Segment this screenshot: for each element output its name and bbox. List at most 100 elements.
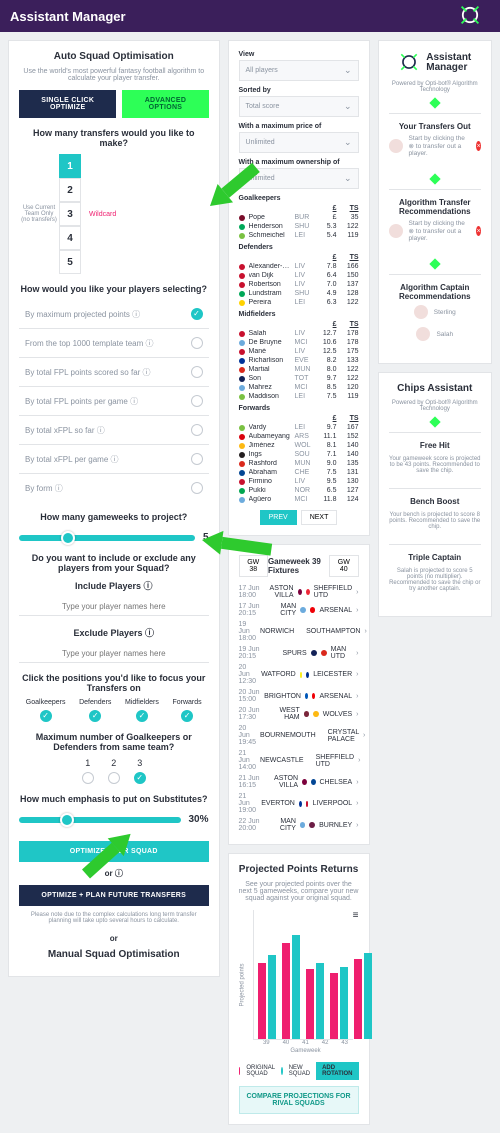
- assistant-card: Assistant Manager Powered by Opti-bot® A…: [378, 40, 492, 364]
- fixtures-title: Gameweek 39 Fixtures: [268, 557, 329, 575]
- max-def-option-2[interactable]: 2: [108, 758, 120, 784]
- fixture-row[interactable]: 19 Jun 20:15SPURSMAN UTD›: [239, 644, 359, 662]
- player-row[interactable]: RashfordMUN9.0135: [239, 459, 359, 468]
- player-row[interactable]: PukkiNOR6.5127: [239, 486, 359, 495]
- player-row[interactable]: RobertsonLIV7.0137: [239, 280, 359, 289]
- remove-icon[interactable]: ×: [476, 226, 481, 236]
- player-group-heading: Midfielders: [239, 311, 359, 318]
- player-row[interactable]: LundstramSHU4.9128: [239, 289, 359, 298]
- wildcard-link[interactable]: Wildcard: [81, 154, 116, 274]
- transfers-option-5[interactable]: 5: [59, 250, 81, 274]
- fixture-row[interactable]: 21 Jun 14:00NEWCASTLESHEFFIELD UTD›: [239, 748, 359, 773]
- add-rotation-button[interactable]: ADD ROTATION: [316, 1062, 358, 1080]
- positions-question: Click the positions you'd like to focus …: [19, 673, 209, 693]
- player-group-heading: Defenders: [239, 244, 359, 251]
- player-row[interactable]: Alexander-ArnoldLIV7.8166: [239, 262, 359, 271]
- player-group-heading: Forwards: [239, 405, 359, 412]
- avatar: [389, 224, 403, 238]
- exclude-players-input[interactable]: [19, 645, 209, 663]
- player-row[interactable]: SalahLIV12.7178: [239, 329, 359, 338]
- chart-bar: [364, 953, 372, 1039]
- transfers-picker: Use Current Team Only (no transfers) 123…: [19, 154, 209, 274]
- fixture-row[interactable]: 22 Jun 20:00MAN CITYBURNLEY›: [239, 816, 359, 834]
- player-row[interactable]: AubameyangARS11.1152: [239, 432, 359, 441]
- or2-label: or: [110, 934, 118, 943]
- fixture-row[interactable]: 21 Jun 16:15ASTON VILLACHELSEA›: [239, 773, 359, 791]
- position-chip[interactable]: Midfielders: [125, 699, 159, 722]
- remove-icon[interactable]: ×: [476, 141, 481, 151]
- player-row[interactable]: PopeBUR£35: [239, 213, 359, 222]
- max-defenders-question: Maximum number of Goalkeepers or Defende…: [19, 732, 209, 752]
- player-row[interactable]: AgüeroMCI11.8124: [239, 495, 359, 504]
- free-hit-msg: Your gameweek score is projected to be 4…: [389, 456, 481, 474]
- transfers-option-1[interactable]: 1: [59, 154, 81, 178]
- fixture-row[interactable]: 20 Jun 12:30WATFORDLEICESTER›: [239, 662, 359, 687]
- include-players-input[interactable]: [19, 598, 209, 616]
- player-row[interactable]: MaddisonLEI7.5119: [239, 392, 359, 401]
- selecting-option[interactable]: By form ⓘ: [19, 473, 209, 502]
- selecting-option[interactable]: By maximum projected points ⓘ: [19, 300, 209, 328]
- avatar: [414, 305, 428, 319]
- max-def-option-3[interactable]: 3: [134, 758, 146, 784]
- prev-page-button[interactable]: PREV: [260, 510, 297, 525]
- advanced-options-button[interactable]: ADVANCED OPTIONS: [122, 90, 208, 118]
- player-row[interactable]: HendersonSHU5.3122: [239, 222, 359, 231]
- gameweeks-slider[interactable]: [19, 535, 195, 541]
- player-row[interactable]: RicharlisonEVE8.2133: [239, 356, 359, 365]
- fixture-row[interactable]: 19 Jun 18:00NORWICHSOUTHAMPTON›: [239, 619, 359, 644]
- player-row[interactable]: MartialMUN8.0122: [239, 365, 359, 374]
- subs-slider[interactable]: [19, 817, 181, 823]
- player-row[interactable]: PereiraLEI6.3122: [239, 298, 359, 307]
- player-row[interactable]: MahrezMCI8.5120: [239, 383, 359, 392]
- player-row[interactable]: van DijkLIV6.4150: [239, 271, 359, 280]
- player-row[interactable]: SchmeichelLEI5.4119: [239, 231, 359, 240]
- chart-bar: [340, 967, 348, 1039]
- next-page-button[interactable]: NEXT: [301, 510, 338, 525]
- player-row[interactable]: FirminoLIV9.5130: [239, 477, 359, 486]
- max-def-option-1[interactable]: 1: [82, 758, 94, 784]
- selecting-option[interactable]: By total FPL points per game ⓘ: [19, 386, 209, 415]
- position-chip[interactable]: Goalkeepers: [26, 699, 66, 722]
- view-select[interactable]: All players: [239, 60, 359, 81]
- selecting-option[interactable]: By total FPL points scored so far ⓘ: [19, 357, 209, 386]
- player-row[interactable]: ManéLIV12.5175: [239, 347, 359, 356]
- fixture-row[interactable]: 20 Jun 19:45BOURNEMOUTHCRYSTAL PALACE›: [239, 723, 359, 748]
- fixture-row[interactable]: 17 Jun 20:15MAN CITYARSENAL›: [239, 601, 359, 619]
- ownership-label: With a maximum ownership of: [239, 159, 359, 166]
- triple-captain-heading: Triple Captain: [389, 553, 481, 562]
- player-row[interactable]: IngsSOU7.1140: [239, 450, 359, 459]
- player-row[interactable]: AbrahamCHE7.5131: [239, 468, 359, 477]
- single-click-optimize-button[interactable]: SINGLE CLICK OPTIMIZE: [19, 90, 116, 118]
- position-chip[interactable]: Defenders: [79, 699, 111, 722]
- chart-bar: [316, 963, 324, 1039]
- player-row[interactable]: De BruyneMCI10.6178: [239, 338, 359, 347]
- price-select[interactable]: Unlimited: [239, 132, 359, 153]
- transfers-option-4[interactable]: 4: [59, 226, 81, 250]
- next-gw-button[interactable]: GW 40: [329, 555, 358, 577]
- exclude-label: Exclude Players ⓘ: [19, 626, 209, 639]
- fixture-row[interactable]: 20 Jun 15:00BRIGHTONARSENAL›: [239, 687, 359, 705]
- player-row[interactable]: SonTOT9.7122: [239, 374, 359, 383]
- bench-boost-heading: Bench Boost: [389, 497, 481, 506]
- max-defenders-picker: 123: [19, 758, 209, 784]
- chart-xlabel: Gameweek: [253, 1048, 359, 1054]
- manual-title: Manual Squad Optimisation: [19, 949, 209, 960]
- fixture-row[interactable]: 17 Jun 18:00ASTON VILLASHEFFIELD UTD›: [239, 583, 359, 601]
- position-chip[interactable]: Forwards: [172, 699, 201, 722]
- transfers-option-3[interactable]: 3: [59, 202, 81, 226]
- transfers-option-2[interactable]: 2: [59, 178, 81, 202]
- compare-projections-button[interactable]: COMPARE PROJECTIONS FOR RIVAL SQUADS: [239, 1086, 359, 1114]
- selecting-option[interactable]: From the top 1000 template team ⓘ: [19, 328, 209, 357]
- player-row[interactable]: VardyLEI9.7167: [239, 423, 359, 432]
- selecting-option[interactable]: By total xFPL so far ⓘ: [19, 415, 209, 444]
- triple-captain-msg: Salah is projected to score 5 points (no…: [389, 568, 481, 592]
- fixture-row[interactable]: 21 Jun 19:00EVERTONLIVERPOOL›: [239, 791, 359, 816]
- fixture-row[interactable]: 20 Jun 17:30WEST HAMWOLVES›: [239, 705, 359, 723]
- subs-question: How much emphasis to put on Substitutes?: [19, 794, 209, 804]
- optimize-plan-button[interactable]: OPTIMIZE + PLAN FUTURE TRANSFERS: [19, 885, 209, 906]
- sort-select[interactable]: Total score: [239, 96, 359, 117]
- selecting-option[interactable]: By total xFPL per game ⓘ: [19, 444, 209, 473]
- chart-bar: [330, 973, 338, 1039]
- player-row[interactable]: JiménezWOL8.1140: [239, 441, 359, 450]
- chart-area: [253, 910, 353, 1040]
